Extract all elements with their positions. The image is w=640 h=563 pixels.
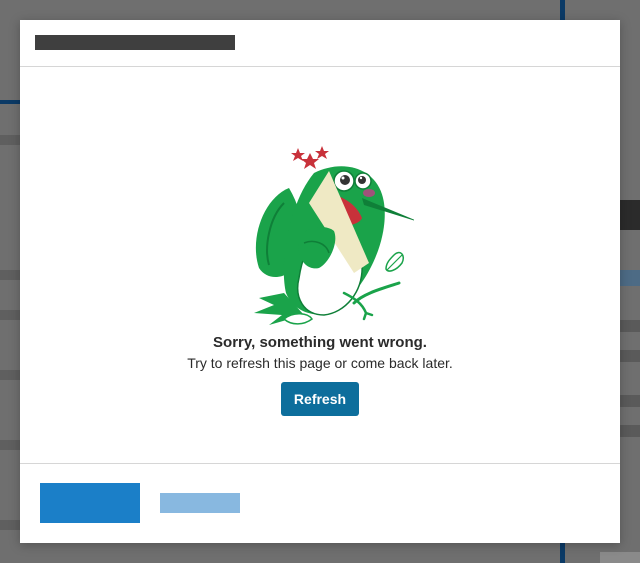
star-icon (315, 146, 329, 159)
primary-action-button[interactable] (40, 483, 140, 523)
error-dialog: Sorry, something went wrong. Try to refr… (20, 20, 620, 543)
dialog-body: Sorry, something went wrong. Try to refr… (20, 67, 620, 463)
secondary-action-link[interactable] (160, 493, 240, 513)
error-title: Sorry, something went wrong. (213, 334, 427, 351)
star-icon (301, 153, 319, 169)
dialog-footer (20, 463, 620, 543)
error-message: Try to refresh this page or come back la… (187, 355, 453, 371)
dizzy-hummingbird-illustration (254, 146, 414, 325)
refresh-button[interactable]: Refresh (281, 382, 359, 416)
dialog-title (35, 35, 235, 50)
dialog-header (20, 20, 620, 67)
